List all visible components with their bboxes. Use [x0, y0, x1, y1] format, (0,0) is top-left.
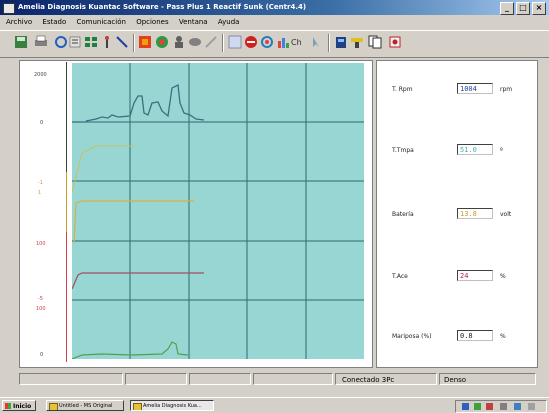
- temp-unit: º: [500, 147, 503, 154]
- pointer-icon[interactable]: [310, 35, 324, 49]
- rpm-value: 1004: [457, 83, 493, 94]
- svg-text:Ch: Ch: [291, 38, 302, 47]
- axis-tick-label: 2000: [34, 72, 47, 78]
- readings-panel: T. Rpm 1004 rpm T.Tmpa 51.0 º Batería 13…: [376, 60, 538, 368]
- signal-plot[interactable]: [72, 63, 364, 359]
- battery-label: Batería: [392, 211, 414, 218]
- axis-tick-label: 100: [36, 241, 46, 247]
- taskbar-item-label: Amelia Diagnosis Kua...: [143, 403, 202, 409]
- axis-tick-label: 0: [40, 120, 44, 126]
- axis-tick-label: -5: [38, 296, 43, 302]
- copy-icon[interactable]: [368, 35, 382, 49]
- rpm-label: T. Rpm: [392, 86, 413, 93]
- temp-label: T.Tmpa: [392, 147, 414, 154]
- throttle-unit: %: [500, 333, 506, 340]
- taskbar: Inicio Untitled - MS Original Amelia Dia…: [0, 397, 549, 413]
- wrench-icon[interactable]: [204, 35, 218, 49]
- menu-archivo[interactable]: Archivo: [6, 18, 32, 26]
- refresh-icon[interactable]: [54, 35, 68, 49]
- app-icon: [133, 403, 142, 410]
- menu-opciones[interactable]: Opciones: [136, 18, 168, 26]
- exit-icon[interactable]: [388, 35, 402, 49]
- system-tray: [455, 400, 547, 413]
- y-axis-line: [66, 232, 67, 362]
- battery-icon[interactable]: [334, 35, 348, 49]
- menu-ventana[interactable]: Ventana: [179, 18, 208, 26]
- tps-value: 24: [457, 270, 493, 281]
- toolbar-separator: [222, 34, 224, 52]
- disk-icon[interactable]: [188, 35, 202, 49]
- document-icon: [49, 403, 58, 410]
- axis-tick-label: 100: [36, 306, 46, 312]
- menu-estado[interactable]: Estado: [42, 18, 66, 26]
- maximize-button[interactable]: □: [516, 2, 530, 15]
- taskbar-item[interactable]: Untitled - MS Original: [46, 400, 124, 411]
- minimize-button[interactable]: _: [500, 2, 514, 15]
- close-button[interactable]: ×: [532, 2, 546, 15]
- start-button[interactable]: Inicio: [2, 400, 36, 411]
- list-icon[interactable]: [68, 35, 82, 49]
- rpm-trace: [85, 84, 205, 122]
- start-label: Inicio: [13, 403, 32, 410]
- status-bar: Conectado 3Pc Denso: [19, 373, 536, 387]
- y-axis-line: [66, 172, 67, 232]
- tps-trace: [72, 272, 204, 290]
- axis-tick-label: 1: [38, 190, 42, 196]
- record-green-icon[interactable]: [155, 35, 169, 49]
- stop-icon[interactable]: [244, 35, 258, 49]
- ecu-name: Denso: [439, 373, 536, 385]
- taskbar-item-label: Untitled - MS Original: [59, 403, 113, 409]
- throttle-label: Mariposa (%): [392, 333, 432, 340]
- ch-icon[interactable]: Ch: [291, 35, 305, 49]
- title-bar: Amelia Diagnosis Kuantac Software - Pass…: [0, 0, 549, 15]
- volume-icon[interactable]: [500, 403, 507, 410]
- display-icon[interactable]: [514, 403, 521, 410]
- clock-icon[interactable]: [528, 403, 535, 410]
- throttle-value: 0.8: [457, 330, 493, 341]
- taskbar-item-active[interactable]: Amelia Diagnosis Kua...: [130, 400, 214, 411]
- person-icon[interactable]: [172, 35, 186, 49]
- battery-trace: [73, 200, 194, 244]
- menu-comunicacion[interactable]: Comunicación: [76, 18, 125, 26]
- antivirus-icon[interactable]: [474, 403, 481, 410]
- tps-unit: %: [500, 273, 506, 280]
- rpm-unit: rpm: [500, 86, 513, 93]
- status-cell: [189, 373, 251, 385]
- menu-bar: Archivo Estado Comunicación Opciones Ven…: [0, 16, 549, 28]
- menu-ayuda[interactable]: Ayuda: [218, 18, 240, 26]
- temp-value: 51.0: [457, 144, 493, 155]
- status-cell: [253, 373, 333, 385]
- probe-icon[interactable]: [100, 35, 114, 49]
- save-icon[interactable]: [14, 35, 28, 49]
- cycle-icon[interactable]: [260, 35, 274, 49]
- tps-label: T.Ace: [392, 273, 408, 280]
- signal-plot-canvas: [72, 63, 364, 359]
- alert-icon[interactable]: [486, 403, 493, 410]
- print-icon[interactable]: [34, 35, 48, 49]
- y-axis-line: [66, 62, 67, 172]
- windows-logo-icon: [5, 403, 11, 409]
- network-icon[interactable]: [462, 403, 469, 410]
- zoom-icon[interactable]: [228, 35, 242, 49]
- battery-value: 13.8: [457, 208, 493, 219]
- toolbar-separator: [133, 34, 135, 52]
- status-cell: [19, 373, 123, 385]
- toolbar: Ch: [0, 30, 549, 58]
- toolbar-separator: [328, 34, 330, 52]
- connect-icon[interactable]: [350, 35, 364, 49]
- temp-trace: [72, 145, 134, 194]
- pen-icon[interactable]: [115, 35, 129, 49]
- battery-unit: volt: [500, 211, 512, 218]
- connection-status: Conectado 3Pc: [335, 373, 437, 385]
- app-icon: [3, 3, 15, 14]
- stop-red-icon[interactable]: [138, 35, 152, 49]
- status-cell: [125, 373, 187, 385]
- axis-tick-label: 0: [40, 352, 44, 358]
- chart-icon[interactable]: [276, 35, 290, 49]
- y-axis-area: [20, 61, 72, 365]
- window-title: Amelia Diagnosis Kuantac Software - Pass…: [18, 3, 307, 11]
- axis-tick-label: -1: [38, 180, 43, 186]
- grid-icon[interactable]: [84, 35, 98, 49]
